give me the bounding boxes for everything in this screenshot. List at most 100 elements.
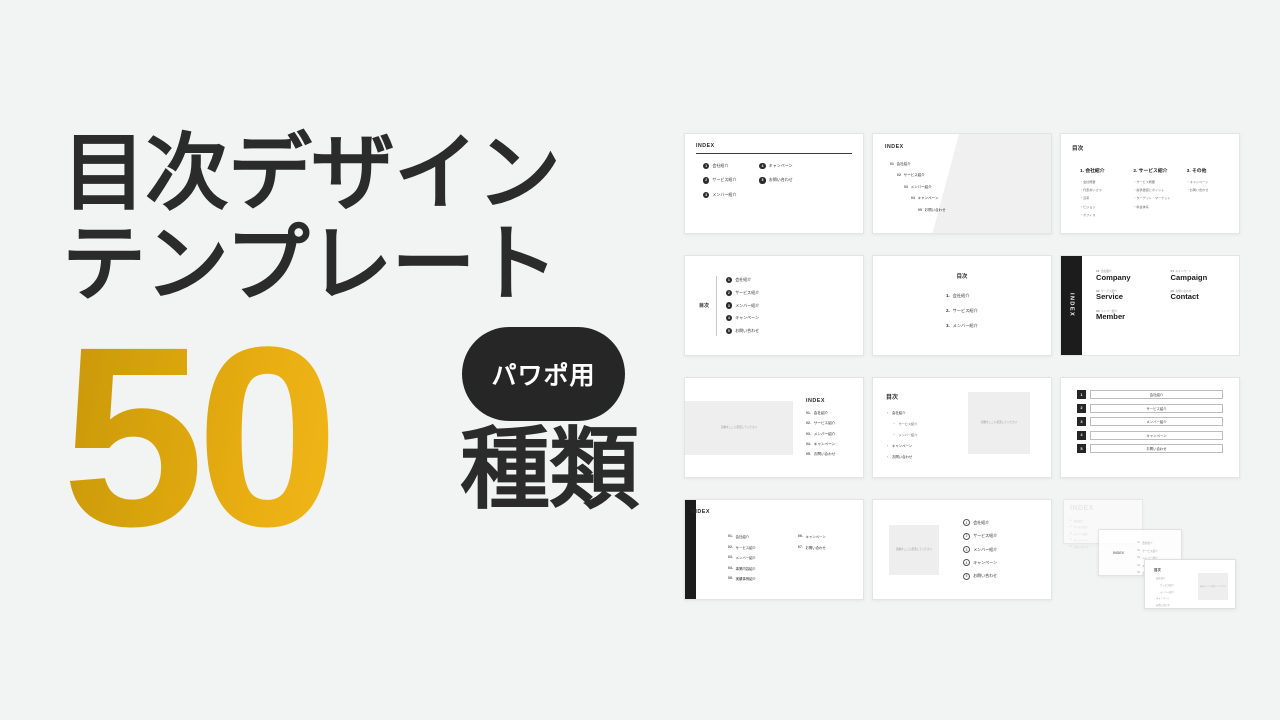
- list-item: メンバー紹介: [1160, 591, 1174, 594]
- slide-10-column-right: 06. キャンペーン 07. お問い合わせ: [798, 534, 826, 581]
- item-number: 05: [918, 207, 923, 212]
- list-item: 1. 会社紹介: [946, 293, 978, 299]
- item-number: 1.: [946, 293, 950, 298]
- template-thumbnail-slide-6[interactable]: INDEX 01 会社紹介 Company 04 キャンペーン Campaign 0…: [1060, 255, 1240, 356]
- list-item-label: サービス紹介: [813, 421, 836, 426]
- item-number: 01.: [1137, 541, 1141, 544]
- list-item: 05. お問い合わせ: [806, 452, 835, 457]
- list-item: 3 メンバー紹介: [963, 546, 997, 553]
- slide-10-title: INDEX: [691, 509, 710, 515]
- template-thumbnail-slide-10[interactable]: INDEX 01. 会社紹介 02. サービス紹介 03. メンバー紹介 04.…: [684, 499, 864, 600]
- card-title: 目次: [1154, 568, 1161, 572]
- list-item: 03. メンバー紹介: [806, 432, 835, 437]
- list-item: 07. お問い合わせ: [798, 545, 826, 550]
- image-placeholder: 画像をここに配置してください: [685, 400, 793, 455]
- item-number: 01.: [806, 411, 812, 416]
- number-badge: 2: [725, 289, 732, 297]
- list-item: 01 会社紹介: [890, 162, 946, 167]
- count-unit-suffix: 種類: [460, 420, 639, 521]
- list-item: 04. キャンペーン: [806, 442, 835, 447]
- table-row: 2 サービス紹介: [1077, 403, 1223, 413]
- hero-section: 目次デザイン テンプレート 50 パワポ用 種類: [62, 128, 662, 566]
- slide-10-columns: 01. 会社紹介 02. サービス紹介 03. メンバー紹介 04. 事業内容紹…: [728, 534, 826, 581]
- list-item: 06. キャンペーン: [798, 534, 826, 539]
- list-item: 3. メンバー紹介: [1070, 532, 1088, 536]
- template-thumbnail-slide-4[interactable]: 目次 1 会社紹介 2 サービス紹介 3 メンバー紹介 4 キャンペーン 5 お…: [684, 255, 864, 356]
- list-item: 2 サービス紹介: [703, 177, 736, 184]
- list-item-label: メンバー紹介: [735, 556, 756, 561]
- item-number: 02.: [1137, 548, 1141, 552]
- list-item-label: お問い合わせ: [973, 573, 998, 579]
- list-item-label: 会社紹介: [735, 535, 750, 539]
- template-thumbnail-slide-5[interactable]: 目次 1. 会社紹介 2. サービス紹介 3. メンバー紹介: [872, 255, 1052, 356]
- image-placeholder: 画像をここに配置してください: [1198, 573, 1228, 600]
- template-thumbnail-slide-9[interactable]: 1 会社紹介 2 サービス紹介 3 メンバー紹介 4 キャンペーン 5 お問い合…: [1060, 377, 1240, 478]
- list-item-label: メンバー紹介: [973, 546, 998, 552]
- column-sub-list: ・キャンペーン ・お問い合わせ: [1187, 179, 1228, 192]
- slide-1-column-left: 1 会社紹介 2 サービス紹介 3 メンバー紹介: [703, 163, 736, 198]
- item-label-en: Company: [1096, 272, 1131, 282]
- template-thumbnail-slide-7[interactable]: 画像をここに配置してください INDEX 01. 会社紹介 02. サービス紹介…: [684, 377, 864, 478]
- number-badge: 1: [703, 163, 710, 170]
- template-thumbnail-grid: INDEX 1 会社紹介 2 サービス紹介 3 メンバー紹介 4 キャンペーン …: [684, 133, 1240, 609]
- list-item: ・ お問い合わせ: [886, 454, 964, 459]
- slide-3-column: 1. 会社紹介 ・会社概要 ・代表あいさつ ・沿革 ・ビジョン ・オフィス: [1080, 167, 1121, 217]
- list-item-label: キャンペーン: [735, 315, 759, 321]
- item-number: 07.: [797, 544, 804, 549]
- list-item: 3 メンバー紹介: [703, 191, 736, 198]
- item-number: 02.: [806, 421, 812, 426]
- slide-2-list: 01 会社紹介 02 サービス紹介 03 メンバー紹介 04 キャンペーン 05…: [890, 162, 946, 213]
- slide-1-columns: 1 会社紹介 2 サービス紹介 3 メンバー紹介 4 キャンペーン 5 お問い合…: [696, 163, 852, 198]
- list-item: ・ 会社紹介: [886, 410, 964, 415]
- item-number: 3.: [1070, 531, 1072, 535]
- template-thumbnail-slide-1[interactable]: INDEX 1 会社紹介 2 サービス紹介 3 メンバー紹介 4 キャンペーン …: [684, 133, 864, 234]
- slide-10-column-left: 01. 会社紹介 02. サービス紹介 03. メンバー紹介 04. 事業内容紹…: [728, 534, 756, 581]
- slide-7-list: 01. 会社紹介 02. サービス紹介 03. メンバー紹介 04. キャンペー…: [806, 411, 835, 457]
- stacked-card-front: 目次 会社紹介 サービス紹介 メンバー紹介 キャンペーン お問い合わせ 画像をこ…: [1144, 559, 1236, 609]
- slide-8-list: ・ 会社紹介 ∟ サービス紹介 ∟ メンバー紹介 ・ キャンペーン ・ お問い合…: [886, 410, 964, 459]
- bullet-icon: ∟: [893, 421, 897, 425]
- number-badge: 2: [703, 177, 710, 184]
- list-item: 4 キャンペーン: [725, 314, 759, 322]
- row-label: サービス紹介: [1090, 403, 1223, 413]
- template-thumbnail-slide-8[interactable]: 目次 ・ 会社紹介 ∟ サービス紹介 ∟ メンバー紹介 ・ キャンペーン ・ お…: [872, 377, 1052, 478]
- slide-8-left: 目次 ・ 会社紹介 ∟ サービス紹介 ∟ メンバー紹介 ・ キャンペーン ・ お…: [886, 392, 964, 477]
- number-badge: 3: [725, 302, 732, 309]
- row-label: キャンペーン: [1090, 430, 1223, 440]
- number-badge: 2: [1077, 403, 1086, 413]
- template-thumbnail-slide-12[interactable]: INDEX 1. 会社紹介 2. サービス紹介 3. メンバー紹介 4. キャン…: [1060, 499, 1240, 609]
- list-item-label: サービス紹介: [1142, 549, 1158, 553]
- number-badge: 5: [759, 177, 766, 184]
- column-heading: 2. サービス紹介: [1133, 169, 1168, 174]
- list-item: 3 メンバー紹介: [725, 302, 759, 309]
- template-thumbnail-slide-3[interactable]: 目次 1. 会社紹介 ・会社概要 ・代表あいさつ ・沿革 ・ビジョン ・オフィス…: [1060, 133, 1240, 234]
- list-item-label: メンバー紹介: [1073, 532, 1088, 536]
- list-item-label: 会社紹介: [952, 293, 970, 298]
- item-number: 04.: [806, 441, 812, 446]
- number-badge: 4: [725, 314, 732, 322]
- list-item-label: キャンペーン: [973, 559, 997, 565]
- item-number: 01.: [728, 534, 734, 538]
- item-number: 04.: [1137, 563, 1141, 567]
- number-badge: 4: [1077, 430, 1086, 440]
- slide-6-sidebar: INDEX: [1061, 256, 1082, 355]
- list-item-label: お問い合わせ: [805, 545, 826, 550]
- column-heading: 1. 会社紹介: [1080, 169, 1105, 174]
- item-number: 05.: [1137, 571, 1141, 575]
- list-item-label: サービス紹介: [973, 533, 998, 539]
- item-label-en: Contact: [1170, 292, 1199, 302]
- number-badge: 2: [963, 532, 970, 540]
- list-item-label: 会社紹介: [1142, 542, 1153, 545]
- sub-item: ・代表あいさつ: [1080, 187, 1102, 192]
- slide-1-title: INDEX: [696, 143, 715, 149]
- bullet-icon: ・: [886, 444, 890, 448]
- list-item: 03 メンバー紹介: [904, 185, 946, 190]
- list-item-label: メンバー紹介: [813, 431, 836, 436]
- list-item: ∟ サービス紹介: [893, 421, 964, 426]
- list-item-label: お問い合わせ: [891, 455, 913, 459]
- list-item: 02. サービス紹介: [806, 421, 835, 426]
- template-thumbnail-slide-2[interactable]: INDEX 01 会社紹介 02 サービス紹介 03 メンバー紹介 04 キャン…: [872, 133, 1052, 234]
- template-thumbnail-slide-11[interactable]: 画像をここに配置してください 1 会社紹介 2 サービス紹介 3 メンバー紹介 …: [872, 499, 1052, 600]
- slide-6-title: INDEX: [1068, 293, 1075, 318]
- bullet-icon: ・: [886, 411, 890, 415]
